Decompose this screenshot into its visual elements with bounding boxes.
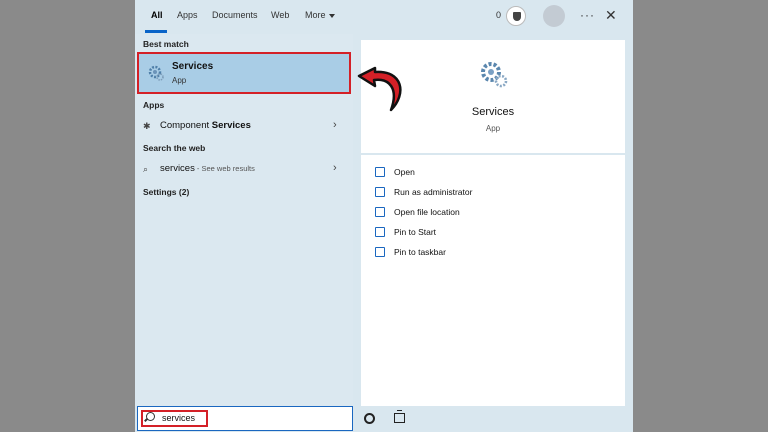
services-gear-icon bbox=[148, 65, 164, 81]
rewards-trophy-icon[interactable] bbox=[506, 6, 526, 26]
search-box[interactable]: services bbox=[137, 406, 353, 431]
action-label: Open bbox=[394, 167, 415, 177]
tab-web[interactable]: Web bbox=[271, 10, 289, 20]
services-gear-icon bbox=[481, 62, 508, 88]
action-pin-to-start[interactable]: Pin to Start bbox=[375, 225, 615, 241]
action-open-file-location[interactable]: Open file location bbox=[375, 205, 615, 221]
search-input[interactable]: services bbox=[162, 413, 195, 423]
pointer-arrow-annotation bbox=[357, 66, 402, 112]
chevron-down-icon bbox=[328, 13, 335, 18]
best-match-services[interactable]: Services App bbox=[137, 52, 351, 94]
action-pin-to-taskbar[interactable]: Pin to taskbar bbox=[375, 245, 615, 261]
pin-icon bbox=[375, 247, 385, 257]
list-item-web-search[interactable]: ⌕ services - See web results › bbox=[135, 159, 353, 179]
close-icon[interactable]: ✕ bbox=[605, 7, 617, 24]
open-icon bbox=[375, 167, 385, 177]
section-settings[interactable]: Settings (2) bbox=[143, 187, 189, 197]
tab-all[interactable]: All bbox=[151, 10, 163, 20]
web-query: services bbox=[160, 163, 195, 174]
best-match-title: Services bbox=[172, 61, 214, 72]
component-services-icon: ✱ bbox=[143, 121, 151, 131]
chevron-right-icon[interactable]: › bbox=[333, 162, 337, 174]
tab-more[interactable]: More bbox=[305, 10, 335, 20]
action-label: Pin to Start bbox=[394, 227, 437, 237]
tab-documents[interactable]: Documents bbox=[212, 10, 258, 20]
reward-points-count: 0 bbox=[496, 10, 502, 20]
search-icon: ⌕ bbox=[143, 164, 149, 174]
list-item-label: Component Services bbox=[160, 120, 251, 131]
action-label: Open file location bbox=[394, 207, 460, 217]
preview-actions: Open Run as administrator Open file loca… bbox=[361, 155, 625, 406]
active-tab-indicator bbox=[145, 30, 167, 33]
list-item-label: services - See web results bbox=[160, 163, 255, 174]
more-options-icon[interactable]: ··· bbox=[580, 8, 595, 22]
action-label: Pin to taskbar bbox=[394, 247, 446, 257]
tab-apps[interactable]: Apps bbox=[177, 10, 198, 20]
action-open[interactable]: Open bbox=[375, 165, 615, 181]
list-item-component-services[interactable]: ✱ Component Services › bbox=[135, 116, 353, 136]
file-location-icon bbox=[375, 207, 385, 217]
section-search-web: Search the web bbox=[143, 143, 206, 153]
cortana-icon[interactable] bbox=[364, 413, 375, 424]
avatar[interactable] bbox=[543, 5, 565, 27]
section-best-match: Best match bbox=[143, 39, 189, 49]
section-apps: Apps bbox=[143, 100, 165, 110]
preview-subtitle: App bbox=[485, 124, 501, 133]
task-view-icon[interactable] bbox=[394, 410, 405, 423]
results-list: Best match Services App Apps ✱ Component… bbox=[135, 34, 353, 406]
search-icon bbox=[146, 412, 155, 421]
action-run-as-administrator[interactable]: Run as administrator bbox=[375, 185, 615, 201]
pin-icon bbox=[375, 227, 385, 237]
label-match: Services bbox=[211, 120, 251, 131]
label-prefix: Component bbox=[160, 120, 212, 131]
best-match-subtitle: App bbox=[172, 76, 187, 85]
web-hint: - See web results bbox=[194, 164, 255, 173]
search-tabs-bar: All Apps Documents Web More 0 ··· ✕ bbox=[135, 0, 633, 34]
chevron-right-icon[interactable]: › bbox=[333, 119, 337, 131]
admin-icon bbox=[375, 187, 385, 197]
tab-more-label: More bbox=[305, 10, 326, 20]
action-label: Run as administrator bbox=[394, 187, 473, 197]
